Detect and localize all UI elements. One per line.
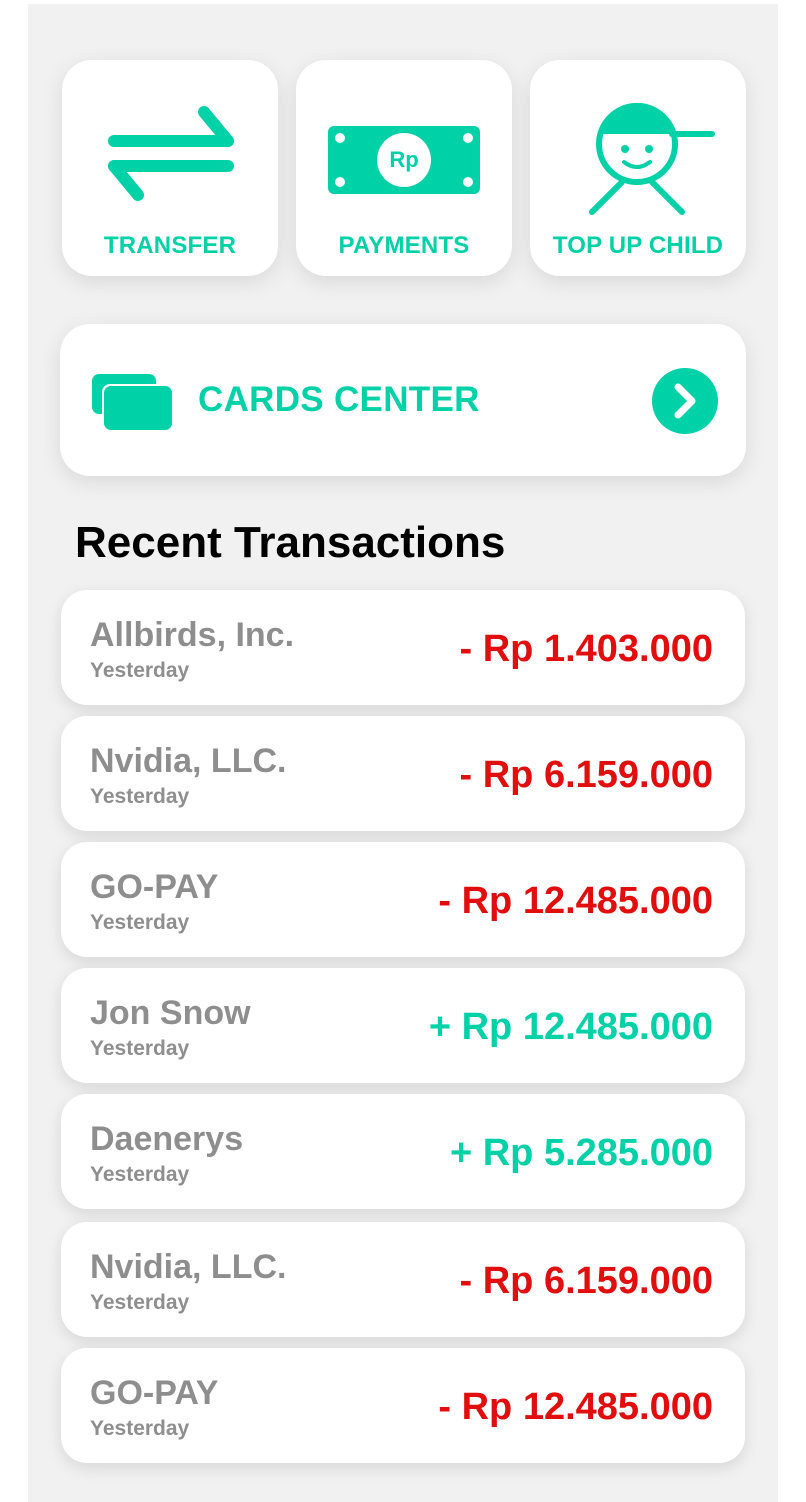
- transfer-arrows-icon: [62, 60, 278, 230]
- transaction-amount: - Rp 1.403.000: [459, 628, 713, 670]
- transfer-label: TRANSFER: [103, 232, 237, 259]
- transaction-merchant: GO-PAY: [90, 868, 219, 906]
- transaction-merchant: Nvidia, LLC.: [90, 742, 287, 780]
- transaction-row[interactable]: GO-PAY Yesterday - Rp 12.485.000: [61, 1348, 745, 1463]
- transaction-merchant: Nvidia, LLC.: [90, 1248, 287, 1286]
- transaction-merchant: Daenerys: [90, 1120, 244, 1158]
- cards-center-label: CARDS CENTER: [198, 380, 480, 419]
- rupiah-banknote-icon: Rp: [296, 60, 512, 230]
- transaction-amount: + Rp 5.285.000: [449, 1132, 713, 1174]
- rupiah-symbol: Rp: [389, 147, 419, 172]
- transaction-row[interactable]: Nvidia, LLC. Yesterday - Rp 6.159.000: [61, 1222, 745, 1337]
- transaction-row[interactable]: GO-PAY Yesterday - Rp 12.485.000: [61, 842, 745, 957]
- transaction-row[interactable]: Nvidia, LLC. Yesterday - Rp 6.159.000: [61, 716, 745, 831]
- transaction-amount: - Rp 6.159.000: [459, 754, 713, 796]
- transfer-button[interactable]: TRANSFER: [62, 60, 278, 276]
- transaction-merchant: Jon Snow: [90, 994, 251, 1032]
- transaction-date: Yesterday: [90, 785, 190, 808]
- transaction-date: Yesterday: [90, 1417, 190, 1440]
- top-up-child-label: TOP UP CHILD: [552, 232, 724, 259]
- transaction-row[interactable]: Allbirds, Inc. Yesterday - Rp 1.403.000: [61, 590, 745, 705]
- transaction-amount: - Rp 12.485.000: [438, 1386, 713, 1428]
- transaction-merchant: GO-PAY: [90, 1374, 219, 1412]
- transaction-date: Yesterday: [90, 659, 190, 682]
- top-up-child-button[interactable]: TOP UP CHILD: [530, 60, 746, 276]
- transaction-date: Yesterday: [90, 1163, 190, 1186]
- payments-button[interactable]: Rp PAYMENTS: [296, 60, 512, 276]
- transaction-date: Yesterday: [90, 1037, 190, 1060]
- transaction-row[interactable]: Jon Snow Yesterday + Rp 12.485.000: [61, 968, 745, 1083]
- transaction-date: Yesterday: [90, 1291, 190, 1314]
- recent-transactions-title: Recent Transactions: [75, 518, 506, 567]
- transaction-row[interactable]: Daenerys Yesterday + Rp 5.285.000: [61, 1094, 745, 1209]
- transaction-amount: + Rp 12.485.000: [428, 1006, 713, 1048]
- child-cap-icon: [530, 60, 746, 230]
- transaction-amount: - Rp 6.159.000: [459, 1260, 713, 1302]
- chevron-right-circle-icon[interactable]: [652, 368, 718, 434]
- transaction-amount: - Rp 12.485.000: [438, 880, 713, 922]
- transaction-date: Yesterday: [90, 911, 190, 934]
- transaction-merchant: Allbirds, Inc.: [90, 616, 295, 654]
- payments-label: PAYMENTS: [338, 232, 470, 259]
- cards-icon: [92, 374, 172, 430]
- cards-center-button[interactable]: CARDS CENTER: [60, 324, 746, 476]
